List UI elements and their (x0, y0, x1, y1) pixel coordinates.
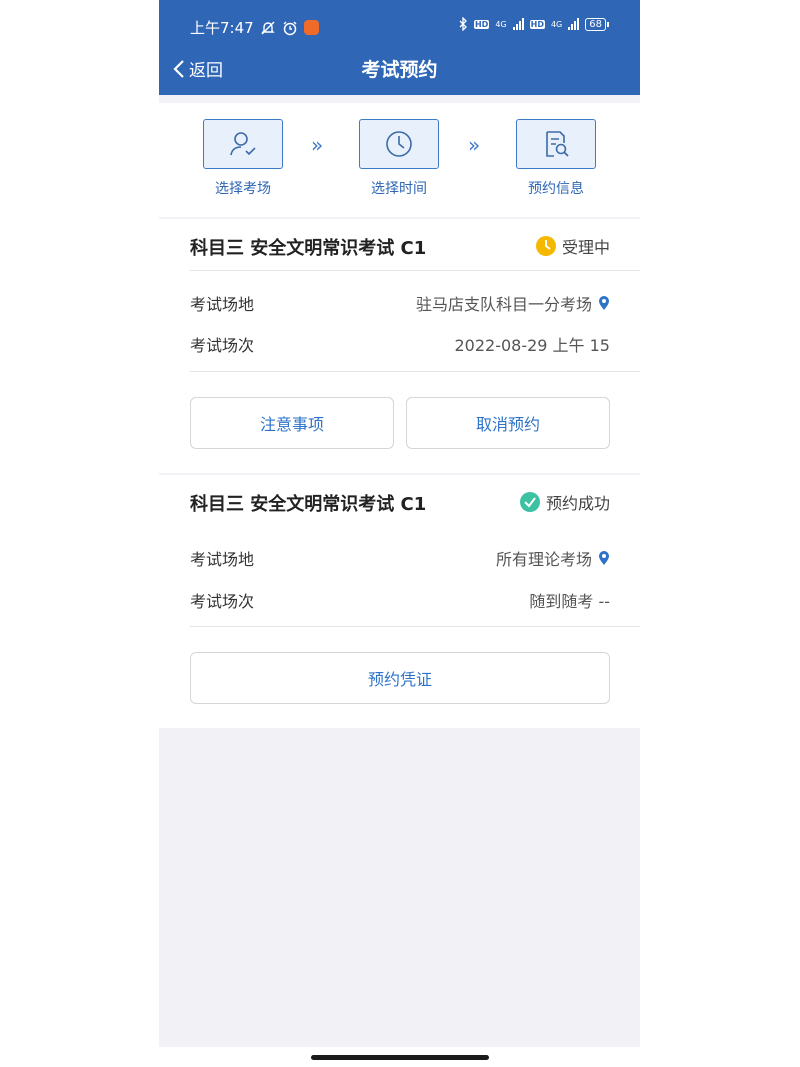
exam-title: 科目三 安全文明常识考试 C1 (190, 238, 427, 259)
session-label: 考试场次 (190, 336, 255, 355)
session-label: 考试场次 (190, 592, 255, 611)
status-time: 上午7:47 (190, 19, 254, 37)
network-type-2: 4G (550, 19, 563, 29)
booking-steps: 选择考场 » 选择时间 » 预约信息 (159, 103, 640, 217)
check-circle-icon (519, 492, 540, 512)
app-notification-icon (303, 20, 319, 35)
phone-screen: 上午7:47 HD 4G HD 4G 68 返回 考试预约 选择考场 » 选择时… (159, 0, 640, 1067)
signal-icon-1 (512, 18, 524, 30)
session-value: 2022-08-29 上午 15 (454, 336, 610, 355)
status-bar-left: 上午7:47 (190, 17, 319, 38)
hd-badge: HD (473, 19, 490, 29)
divider (190, 270, 640, 271)
venue-value[interactable]: 所有理论考场 (496, 546, 610, 570)
location-pin-icon (599, 296, 609, 310)
status-text: 受理中 (561, 238, 610, 257)
step-label: 预约信息 (528, 181, 584, 197)
home-indicator[interactable] (311, 1055, 489, 1060)
alarm-icon (283, 21, 297, 35)
step-icon-box (516, 119, 596, 169)
booking-voucher-button[interactable]: 预约凭证 (190, 652, 610, 704)
status-text: 预约成功 (545, 494, 610, 513)
step-label: 选择考场 (215, 181, 271, 197)
divider (190, 371, 640, 372)
battery-icon: 68 (585, 17, 609, 31)
venue-name: 所有理论考场 (495, 550, 592, 569)
step-arrow-icon: » (468, 133, 481, 157)
location-pin-icon (599, 551, 609, 565)
divider (190, 626, 640, 627)
step-label: 选择时间 (371, 181, 427, 197)
mute-bell-icon (260, 21, 275, 34)
step-booking-info: 预约信息 (516, 119, 596, 198)
status-bar-right: HD 4G HD 4G 68 (458, 17, 609, 31)
status-badge: 预约成功 (519, 490, 610, 514)
session-value: 随到随考 -- (529, 592, 610, 611)
appointment-card: 科目三 安全文明常识考试 C1 预约成功 考试场地 所有理论考场 考试场次 随到… (159, 475, 640, 728)
venue-label: 考试场地 (190, 295, 255, 314)
step-select-venue: 选择考场 (203, 119, 283, 198)
appointment-card: 科目三 安全文明常识考试 C1 受理中 考试场地 驻马店支队科目一分考场 考试场… (159, 219, 640, 473)
status-badge: 受理中 (535, 234, 610, 258)
pending-clock-icon (535, 236, 556, 256)
venue-label: 考试场地 (190, 550, 255, 569)
person-check-icon (230, 132, 256, 156)
notes-button[interactable]: 注意事项 (190, 397, 394, 449)
bluetooth-icon (459, 17, 467, 31)
clock-icon (386, 131, 412, 157)
network-type-1: 4G (495, 19, 507, 29)
step-icon-box (203, 119, 283, 169)
exam-title: 科目三 安全文明常识考试 C1 (190, 494, 427, 515)
app-header: 上午7:47 HD 4G HD 4G 68 返回 考试预约 (159, 0, 640, 95)
hd-badge-2: HD (529, 19, 545, 29)
venue-name: 驻马店支队科目一分考场 (415, 295, 592, 314)
step-arrow-icon: » (311, 133, 324, 157)
step-icon-box (359, 119, 439, 169)
page-title: 考试预约 (361, 59, 438, 81)
signal-icon-2 (568, 18, 580, 30)
venue-value[interactable]: 驻马店支队科目一分考场 (416, 291, 610, 315)
step-select-time: 选择时间 (359, 119, 439, 198)
document-search-icon (546, 131, 569, 157)
cancel-booking-button[interactable]: 取消预约 (406, 397, 610, 449)
